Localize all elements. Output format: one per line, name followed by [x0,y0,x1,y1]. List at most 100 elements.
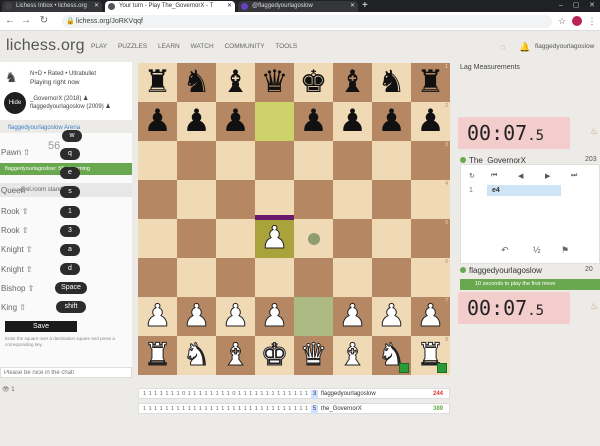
board-square[interactable] [138,180,177,219]
white-pawn-icon[interactable]: ♟ [138,297,177,336]
board-square[interactable]: 7 ♟ [411,297,450,336]
board-square[interactable] [138,141,177,180]
back-arrow-icon[interactable]: ← [4,15,16,27]
board-square[interactable] [372,258,411,297]
board-square[interactable]: ♛ [294,336,333,375]
key-1[interactable]: 1 [60,206,80,218]
board-square[interactable]: ♛ [255,63,294,102]
white-rook-icon[interactable]: ♜ [138,336,177,375]
move-destination-dot[interactable] [308,233,320,245]
black-pawn-icon[interactable]: ♟ [138,102,177,141]
nav-play[interactable]: PLAY [91,43,107,50]
white-pawn-icon[interactable]: ♟ [177,297,216,336]
prev-move-icon[interactable]: ◀ [518,172,523,180]
black-pawn-icon[interactable]: ♟ [333,102,372,141]
black-rook-icon[interactable]: ♜ [411,63,450,102]
chat-input[interactable] [0,367,132,378]
board-square[interactable]: ♝ [216,63,255,102]
resign-flag-icon[interactable]: ⚑ [561,245,569,256]
hide-button[interactable]: Hide [4,92,26,114]
white-pawn-icon[interactable]: ♟ [216,297,255,336]
board-square[interactable] [216,180,255,219]
board-square[interactable]: ♟ [216,102,255,141]
board-square[interactable]: 3 [411,141,450,180]
board-square[interactable]: ♟ [372,102,411,141]
close-window-icon[interactable]: ✕ [585,0,599,12]
close-icon[interactable]: ✕ [350,1,355,12]
nav-learn[interactable]: LEARN [158,43,180,50]
board-square[interactable]: ♞ [177,336,216,375]
board-square[interactable]: ♟ [333,102,372,141]
black-pawn-icon[interactable]: ♟ [294,102,333,141]
profile-avatar-icon[interactable] [572,16,582,26]
board-square[interactable]: ♟ [333,297,372,336]
black-pawn-icon[interactable]: ♟ [411,102,450,141]
white-pawn-icon[interactable]: ♟ [411,297,450,336]
board-square[interactable]: ♟ [177,297,216,336]
board-square[interactable]: 4 [411,180,450,219]
white-pawn-icon[interactable]: ♟ [255,297,294,336]
board-square[interactable]: 1 ♜ [411,63,450,102]
board-square[interactable]: ♞ [177,63,216,102]
black-knight-icon[interactable]: ♞ [177,63,216,102]
key-a[interactable]: a [60,244,80,256]
board-square[interactable] [138,219,177,258]
board-square[interactable] [294,258,333,297]
nav-watch[interactable]: WATCH [191,43,214,50]
white-knight-icon[interactable]: ♞ [177,336,216,375]
black-pawn-icon[interactable]: ♟ [177,102,216,141]
board-square[interactable]: ♟ [216,297,255,336]
menu-icon[interactable]: ⋮ [586,15,598,27]
black-queen-icon[interactable]: ♛ [255,63,294,102]
board-square[interactable] [372,141,411,180]
board-square[interactable] [216,141,255,180]
board-square[interactable]: ♟ [255,219,294,258]
takeback-icon[interactable]: ↶ [501,245,509,256]
offer-draw-icon[interactable]: ½ [533,245,541,255]
black-bishop-icon[interactable]: ♝ [216,63,255,102]
save-button[interactable]: Save [5,321,77,332]
board-square[interactable]: ♝ [333,336,372,375]
board-square[interactable]: ♟ [177,102,216,141]
board-square[interactable]: 2 ♟ [411,102,450,141]
white-queen-icon[interactable]: ♛ [294,336,333,375]
key-space[interactable]: Space [55,282,87,294]
board-square[interactable]: ♚ [294,63,333,102]
board-square[interactable]: ♝ [216,336,255,375]
black-king-icon[interactable]: ♚ [294,63,333,102]
board-square[interactable] [333,258,372,297]
key-shift[interactable]: shift [56,301,86,313]
white-king-icon[interactable]: ♚ [255,336,294,375]
next-move-icon[interactable]: ▶ [545,172,550,180]
board-square[interactable]: 5 [411,219,450,258]
board-square[interactable]: ♟ [138,297,177,336]
board-square[interactable]: ♝ [333,63,372,102]
move-entry[interactable]: e4 [487,185,561,196]
chat-bubble-icon[interactable]: ◌ [500,42,505,52]
board-square[interactable]: ♟ [255,297,294,336]
board-square[interactable] [333,180,372,219]
board-square[interactable] [333,141,372,180]
player-one[interactable]: _GovernorX (2018) ♟ [30,95,88,102]
forward-arrow-icon[interactable]: → [20,15,32,27]
board-square[interactable] [177,180,216,219]
black-bishop-icon[interactable]: ♝ [333,63,372,102]
reload-icon[interactable]: ↻ [38,15,50,27]
board-square[interactable] [255,180,294,219]
last-move-icon[interactable]: ⏭ [571,172,577,180]
board-square[interactable] [177,141,216,180]
first-move-icon[interactable]: ⏮ [491,172,497,180]
browser-tab-twitch[interactable]: @flaggedyourlagoslow ✕ [238,1,358,12]
player-two[interactable]: flaggedyourlagoslow (2009) ♟ [30,103,111,110]
flip-board-icon[interactable]: ↻ [469,172,475,180]
black-rook-icon[interactable]: ♜ [138,63,177,102]
board-square[interactable] [372,219,411,258]
white-pawn-icon[interactable]: ♟ [255,219,294,258]
key-w[interactable]: w [62,130,82,142]
key-d[interactable]: d [60,263,80,275]
bell-icon[interactable]: 🔔 [519,42,530,53]
board-square[interactable]: ♜ [138,336,177,375]
nav-puzzles[interactable]: PUZZLES [118,43,147,50]
black-knight-icon[interactable]: ♞ [372,63,411,102]
key-q[interactable]: q [60,148,80,160]
